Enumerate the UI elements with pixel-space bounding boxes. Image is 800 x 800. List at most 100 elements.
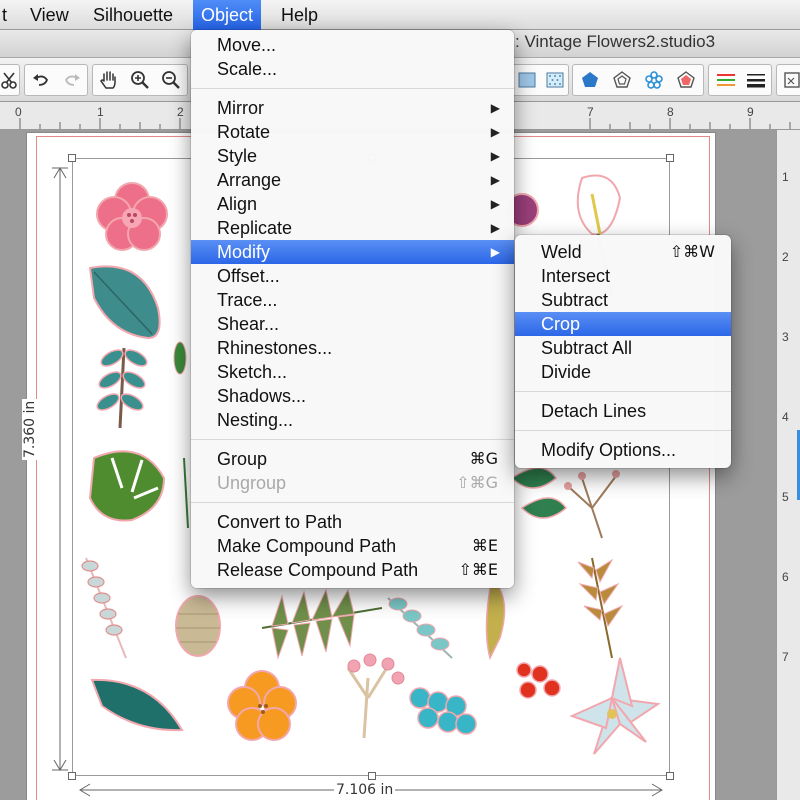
zoom-out-icon[interactable] — [156, 65, 186, 95]
menu-item-arrange[interactable]: Arrange ▶ — [191, 168, 514, 192]
pan-hand-icon[interactable] — [94, 65, 124, 95]
shortcut-label: ⌘G — [469, 449, 498, 468]
modify-submenu: Weld ⇧⌘W Intersect Subtract Crop Subtract… — [515, 235, 731, 468]
menu-item-release-compound-path[interactable]: Release Compound Path ⇧⌘E — [191, 558, 514, 582]
submenu-item-crop[interactable]: Crop — [515, 312, 731, 336]
menubar-item-edit[interactable]: t — [0, 0, 15, 30]
width-dimension-label: 7.106 in — [334, 782, 396, 798]
vruler-tick-4: 4 — [782, 410, 789, 424]
menu-item-label: Crop — [541, 314, 581, 334]
window-icon[interactable] — [777, 65, 800, 95]
red-berries[interactable] — [516, 662, 561, 699]
submenu-item-detach-lines[interactable]: Detach Lines — [515, 399, 731, 423]
menu-item-label: Replicate — [217, 218, 293, 238]
light-blue-lily[interactable] — [569, 657, 661, 755]
scissors-icon[interactable] — [0, 65, 24, 95]
shortcut-label: ⇧⌘E — [458, 560, 498, 579]
menubar-item-view[interactable]: View — [22, 0, 77, 30]
toolbar-group-cut — [0, 64, 20, 96]
menu-item-label: Ungroup — [217, 473, 287, 493]
menu-bar: t View Silhouette Object Help — [0, 0, 800, 30]
menu-item-modify[interactable]: Modify ▶ — [191, 240, 514, 264]
teal-eucalyptus[interactable] — [387, 597, 453, 659]
teal-branch[interactable] — [95, 347, 150, 429]
submenu-arrow-icon: ▶ — [490, 173, 500, 187]
menu-item-convert-to-path[interactable]: Convert to Path — [191, 510, 514, 534]
fern[interactable] — [261, 588, 383, 660]
menubar-item-object[interactable]: Object — [193, 0, 262, 30]
redo-icon[interactable] — [57, 65, 87, 95]
lavender-stem[interactable] — [81, 557, 127, 659]
teal-leaf[interactable] — [88, 265, 161, 340]
submenu-item-subtract[interactable]: Subtract — [515, 288, 731, 312]
menubar-item-silhouette[interactable]: Silhouette — [85, 0, 181, 30]
menu-item-offset[interactable]: Offset... — [191, 264, 514, 288]
menu-item-label: Convert to Path — [217, 512, 343, 532]
monstera-leaf[interactable] — [88, 450, 166, 522]
menu-item-make-compound-path[interactable]: Make Compound Path ⌘E — [191, 534, 514, 558]
teal-berries[interactable] — [409, 687, 477, 735]
zoom-in-icon[interactable] — [125, 65, 155, 95]
line-style-icon[interactable] — [741, 65, 771, 95]
menu-item-align[interactable]: Align ▶ — [191, 192, 514, 216]
toolbar-group-view — [92, 64, 188, 96]
pink-bud-twig[interactable] — [564, 470, 620, 539]
grass-tuft[interactable] — [485, 576, 506, 661]
rust-fern[interactable] — [577, 557, 624, 659]
pink-flower[interactable] — [96, 182, 168, 251]
submenu-item-divide[interactable]: Divide — [515, 360, 731, 384]
pink-berry-stem[interactable] — [346, 653, 405, 739]
menu-item-sketch[interactable]: Sketch... — [191, 360, 514, 384]
rhinestone-icon[interactable] — [607, 65, 637, 95]
menu-item-label: Mirror — [217, 98, 264, 118]
vertical-ruler[interactable]: 1 2 3 4 5 6 7 — [776, 130, 800, 800]
menu-item-trace[interactable]: Trace... — [191, 288, 514, 312]
menu-item-style[interactable]: Style ▶ — [191, 144, 514, 168]
submenu-item-modify-options[interactable]: Modify Options... — [515, 438, 731, 462]
ruler-tick-2: 2 — [177, 105, 184, 119]
menu-item-rhinestones[interactable]: Rhinestones... — [191, 336, 514, 360]
menu-item-mirror[interactable]: Mirror ▶ — [191, 96, 514, 120]
submenu-arrow-icon: ▶ — [490, 125, 500, 139]
line-color-icon[interactable] — [711, 65, 741, 95]
ruler-tick-9: 9 — [747, 105, 754, 119]
shortcut-label: ⌘E — [471, 536, 498, 555]
menu-item-label: Subtract All — [541, 338, 633, 358]
menu-item-replicate[interactable]: Replicate ▶ — [191, 216, 514, 240]
submenu-item-subtract-all[interactable]: Subtract All — [515, 336, 731, 360]
teal-leaf-bottom[interactable] — [90, 678, 184, 732]
menu-separator — [191, 439, 514, 440]
undo-icon[interactable] — [26, 65, 56, 95]
toolbar-group-shapes — [572, 64, 704, 96]
menu-item-move[interactable]: Move... — [191, 33, 514, 57]
shortcut-label: ⇧⌘W — [669, 242, 715, 261]
menu-item-label: Modify — [217, 242, 271, 262]
vruler-tick-6: 6 — [782, 570, 789, 584]
menu-item-nesting[interactable]: Nesting... — [191, 408, 514, 432]
fill-panel-icon[interactable] — [512, 65, 542, 95]
orange-flower[interactable] — [227, 670, 297, 741]
submenu-arrow-icon: ▶ — [490, 101, 500, 115]
menu-item-shadows[interactable]: Shadows... — [191, 384, 514, 408]
menubar-item-help[interactable]: Help — [273, 0, 326, 30]
green-leaves-right[interactable] — [510, 467, 568, 519]
menu-item-scale[interactable]: Scale... — [191, 57, 514, 81]
pattern-fill-icon[interactable] — [540, 65, 570, 95]
menu-item-label: Weld — [541, 242, 582, 262]
pentagon-icon[interactable] — [575, 65, 605, 95]
ruler-tick-0: 0 — [15, 105, 22, 119]
offset-shape-icon[interactable] — [671, 65, 701, 95]
submenu-item-weld[interactable]: Weld ⇧⌘W — [515, 240, 731, 264]
submenu-item-intersect[interactable]: Intersect — [515, 264, 731, 288]
menu-item-rotate[interactable]: Rotate ▶ — [191, 120, 514, 144]
green-sprig[interactable] — [173, 341, 189, 529]
toolbar-group-history — [24, 64, 88, 96]
pinecone[interactable] — [175, 595, 221, 657]
flower-shape-icon[interactable] — [639, 65, 669, 95]
menu-separator — [515, 391, 731, 392]
vruler-tick-1: 1 — [782, 170, 789, 184]
menu-item-group[interactable]: Group ⌘G — [191, 447, 514, 471]
menu-separator — [191, 502, 514, 503]
menu-item-shear[interactable]: Shear... — [191, 312, 514, 336]
menu-item-label: Align — [217, 194, 258, 214]
